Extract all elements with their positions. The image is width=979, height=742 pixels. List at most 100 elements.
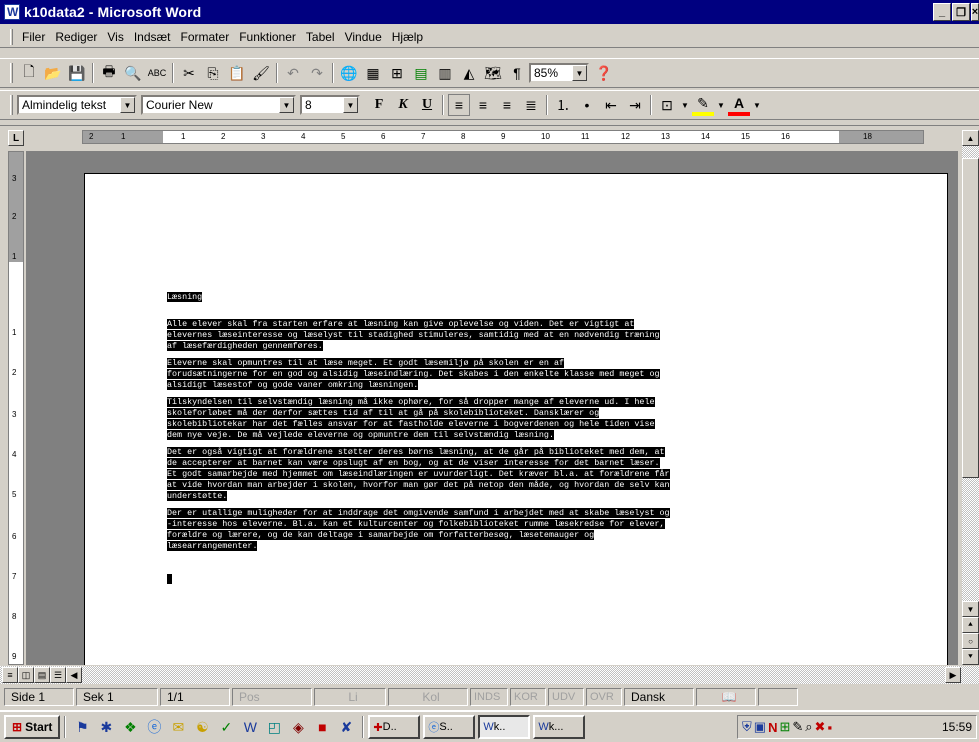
print-icon[interactable]: 🖶 xyxy=(98,62,120,84)
quicklaunch-icon[interactable]: ✱ xyxy=(96,717,116,737)
menu-rediger[interactable]: Rediger xyxy=(50,30,102,44)
menu-grip[interactable] xyxy=(10,28,13,45)
tray-icon[interactable]: ⛨ xyxy=(742,719,752,735)
vertical-scrollbar[interactable]: ▲ ▼ ⯅ ○ ⯆ xyxy=(962,130,979,665)
tray-icon[interactable]: N xyxy=(768,720,777,735)
close-button[interactable]: × xyxy=(971,3,979,21)
horizontal-scrollbar[interactable]: ≡ ◫ ▤ ☰ ◀ ▶ xyxy=(0,666,979,684)
scroll-right-icon[interactable]: ▶ xyxy=(945,667,961,683)
columns-icon[interactable]: ▥ xyxy=(434,62,456,84)
increase-indent-icon[interactable]: ⇥ xyxy=(624,94,646,116)
undo-icon[interactable]: ↶ xyxy=(282,62,304,84)
format-painter-icon[interactable]: 🖌 xyxy=(250,62,272,84)
status-rec[interactable]: INDS xyxy=(470,688,508,706)
maximize-button[interactable]: ❐ xyxy=(952,3,970,21)
horizontal-ruler[interactable]: 2 1 1 2 3 4 5 6 7 8 9 10 11 12 13 14 15 16 18 xyxy=(82,130,924,144)
show-hide-icon[interactable]: ¶ xyxy=(506,62,528,84)
document-area[interactable]: Læsning Alle elever skal fra starten erf… xyxy=(26,151,958,665)
scroll-thumb[interactable] xyxy=(962,158,979,478)
quicklaunch-icon[interactable]: ◰ xyxy=(264,717,284,737)
task-button[interactable]: Wk... xyxy=(533,715,586,739)
bullets-icon[interactable]: • xyxy=(576,94,598,116)
bold-button[interactable]: F xyxy=(368,94,390,116)
cut-icon[interactable]: ✂ xyxy=(178,62,200,84)
quicklaunch-icon[interactable]: ☯ xyxy=(192,717,212,737)
menu-funktioner[interactable]: Funktioner xyxy=(234,30,301,44)
tray-icon[interactable]: ⊞ xyxy=(779,719,790,735)
underline-button[interactable]: U xyxy=(416,94,438,116)
word-icon[interactable]: W xyxy=(240,717,260,737)
paste-icon[interactable]: 📋 xyxy=(226,62,248,84)
tab-stop-selector[interactable]: L xyxy=(8,130,24,146)
minimize-button[interactable]: _ xyxy=(933,3,951,21)
tray-icon[interactable]: ✎ xyxy=(792,719,803,735)
quicklaunch-icon[interactable]: ❖ xyxy=(120,717,140,737)
align-left-icon[interactable]: ≡ xyxy=(448,94,470,116)
chevron-down-icon[interactable]: ▼ xyxy=(716,94,726,116)
task-button[interactable]: ⓔ S.. xyxy=(423,715,476,739)
open-folder-icon[interactable]: 📂 xyxy=(42,62,64,84)
next-page-icon[interactable]: ⯆ xyxy=(962,649,979,665)
quicklaunch-icon[interactable]: ✘ xyxy=(336,717,356,737)
tray-icon[interactable]: ⌕ xyxy=(805,719,812,735)
font-color-icon[interactable]: A xyxy=(728,94,750,116)
help-icon[interactable]: ❓ xyxy=(593,62,615,84)
internet-explorer-icon[interactable]: ⓔ xyxy=(144,717,164,737)
menu-indsaet[interactable]: Indsæt xyxy=(129,30,176,44)
chevron-down-icon[interactable]: ▼ xyxy=(343,97,358,113)
font-combo[interactable]: Courier New ▼ xyxy=(141,95,296,115)
scroll-up-icon[interactable]: ▲ xyxy=(962,130,979,146)
drawing-icon[interactable]: ◭ xyxy=(458,62,480,84)
vertical-ruler[interactable]: 3 2 1 1 2 3 4 5 6 7 8 9 xyxy=(8,151,24,665)
copy-icon[interactable]: ⎘ xyxy=(202,62,224,84)
menu-vindue[interactable]: Vindue xyxy=(340,30,387,44)
outline-view-icon[interactable]: ☰ xyxy=(50,667,66,683)
menu-vis[interactable]: Vis xyxy=(102,30,128,44)
numbering-icon[interactable]: ⒈ xyxy=(552,94,574,116)
document-page[interactable]: Læsning Alle elever skal fra starten erf… xyxy=(84,173,948,665)
print-layout-icon[interactable]: ▤ xyxy=(34,667,50,683)
word-app-icon[interactable] xyxy=(4,4,20,20)
chevron-down-icon[interactable]: ▼ xyxy=(572,65,587,81)
highlight-icon[interactable]: ✎ xyxy=(692,94,714,116)
status-extend[interactable]: UDV xyxy=(548,688,584,706)
quicklaunch-icon[interactable]: ■ xyxy=(312,717,332,737)
task-button[interactable]: ✚ D.. xyxy=(368,715,421,739)
status-track[interactable]: KOR xyxy=(510,688,546,706)
normal-view-icon[interactable]: ≡ xyxy=(2,667,18,683)
task-button[interactable]: Wk.. xyxy=(478,715,531,739)
chevron-down-icon[interactable]: ▼ xyxy=(120,97,135,113)
scroll-left-icon[interactable]: ◀ xyxy=(66,667,82,683)
menu-formater[interactable]: Formater xyxy=(176,30,235,44)
font-size-combo[interactable]: 8 ▼ xyxy=(300,95,360,115)
quicklaunch-icon[interactable]: ⚑ xyxy=(72,717,92,737)
spelling-status-icon[interactable]: 📖 xyxy=(696,688,756,706)
italic-button[interactable]: K xyxy=(392,94,414,116)
menu-hjaelp[interactable]: Hjælp xyxy=(387,30,428,44)
print-preview-icon[interactable]: 🔍 xyxy=(122,62,144,84)
align-center-icon[interactable]: ≡ xyxy=(472,94,494,116)
status-language[interactable]: Dansk xyxy=(624,688,694,706)
borders-icon[interactable]: ⊡ xyxy=(656,94,678,116)
tray-icon[interactable]: ▪ xyxy=(827,720,832,735)
document-map-icon[interactable]: 🗺 xyxy=(482,62,504,84)
menu-tabel[interactable]: Tabel xyxy=(301,30,340,44)
menu-filer[interactable]: Filer xyxy=(17,30,50,44)
chevron-down-icon[interactable]: ▼ xyxy=(279,97,294,113)
chevron-down-icon[interactable]: ▼ xyxy=(752,94,762,116)
tray-icon[interactable]: ▣ xyxy=(754,719,766,735)
previous-page-icon[interactable]: ⯅ xyxy=(962,617,979,633)
outlook-icon[interactable]: ✉ xyxy=(168,717,188,737)
quicklaunch-icon[interactable]: ◈ xyxy=(288,717,308,737)
tray-icon[interactable]: ✖ xyxy=(815,719,826,735)
toolbar-grip[interactable] xyxy=(10,95,13,115)
start-button[interactable]: ⊞ Start xyxy=(4,715,61,739)
save-icon[interactable]: 💾 xyxy=(66,62,88,84)
title-bar[interactable]: k10data2 - Microsoft Word _ ❐ × xyxy=(0,0,979,24)
new-document-icon[interactable]: 🗋 xyxy=(18,62,40,84)
document-text[interactable]: Læsning Alle elever skal fra starten erf… xyxy=(167,292,847,591)
insert-excel-icon[interactable]: ▤ xyxy=(410,62,432,84)
spelling-icon[interactable]: ABC xyxy=(146,62,168,84)
decrease-indent-icon[interactable]: ⇤ xyxy=(600,94,622,116)
chevron-down-icon[interactable]: ▼ xyxy=(680,94,690,116)
